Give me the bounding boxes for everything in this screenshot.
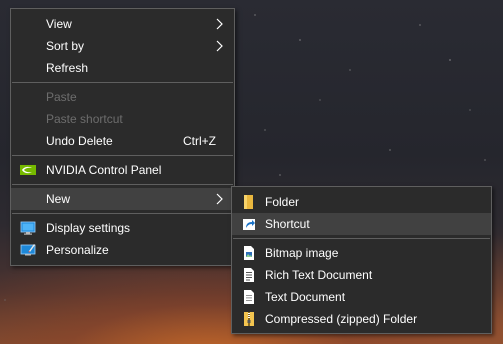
menu-item-undo-delete[interactable]: Undo Delete Ctrl+Z <box>11 130 234 152</box>
menu-separator <box>12 82 233 83</box>
folder-icon <box>241 194 257 210</box>
menu-item-label: Personalize <box>46 243 109 257</box>
menu-item-label: View <box>46 17 72 31</box>
shortcut-icon <box>241 216 257 232</box>
desktop-context-menu: View Sort by Refresh Paste Paste shortcu… <box>10 8 235 266</box>
menu-item-paste-shortcut[interactable]: Paste shortcut <box>11 108 234 130</box>
menu-item-label: Rich Text Document <box>265 268 373 282</box>
rich-text-document-icon <box>241 267 257 283</box>
menu-item-refresh[interactable]: Refresh <box>11 57 234 79</box>
menu-separator <box>12 155 233 156</box>
menu-item-sort-by[interactable]: Sort by <box>11 35 234 57</box>
menu-item-new[interactable]: New <box>11 188 234 210</box>
submenu-item-shortcut[interactable]: Shortcut <box>232 213 491 235</box>
menu-item-label: Text Document <box>265 290 346 304</box>
submenu-item-rich-text-document[interactable]: Rich Text Document <box>232 264 491 286</box>
menu-item-label: Paste <box>46 90 77 104</box>
submenu-item-bitmap-image[interactable]: Bitmap image <box>232 242 491 264</box>
menu-separator <box>233 238 490 239</box>
text-document-icon <box>241 289 257 305</box>
chevron-right-icon <box>214 188 226 210</box>
menu-separator <box>12 213 233 214</box>
chevron-right-icon <box>214 35 226 57</box>
menu-item-display-settings[interactable]: Display settings <box>11 217 234 239</box>
menu-item-label: Compressed (zipped) Folder <box>265 312 418 326</box>
menu-item-label: Bitmap image <box>265 246 339 260</box>
submenu-item-text-document[interactable]: Text Document <box>232 286 491 308</box>
chevron-right-icon <box>214 13 226 35</box>
keyboard-shortcut: Ctrl+Z <box>183 134 216 148</box>
personalize-icon <box>20 242 36 258</box>
new-submenu: Folder Shortcut Bitmap image Rich Text D… <box>231 186 492 334</box>
menu-item-personalize[interactable]: Personalize <box>11 239 234 261</box>
menu-item-paste[interactable]: Paste <box>11 86 234 108</box>
menu-item-label: Display settings <box>46 221 131 235</box>
menu-item-label: Undo Delete <box>46 134 113 148</box>
menu-item-label: Sort by <box>46 39 85 53</box>
submenu-item-compressed-folder[interactable]: Compressed (zipped) Folder <box>232 308 491 330</box>
bitmap-document-icon <box>241 245 257 261</box>
menu-item-label: Refresh <box>46 61 89 75</box>
menu-item-label: NVIDIA Control Panel <box>46 163 162 177</box>
display-settings-icon <box>20 220 36 236</box>
menu-item-nvidia-control-panel[interactable]: NVIDIA Control Panel <box>11 159 234 181</box>
menu-item-label: Folder <box>265 195 300 209</box>
menu-item-view[interactable]: View <box>11 13 234 35</box>
menu-item-label: New <box>46 192 71 206</box>
zipped-folder-icon <box>241 311 257 327</box>
submenu-item-folder[interactable]: Folder <box>232 191 491 213</box>
menu-item-label: Shortcut <box>265 217 310 231</box>
menu-item-label: Paste shortcut <box>46 112 123 126</box>
menu-separator <box>12 184 233 185</box>
nvidia-icon <box>20 162 36 178</box>
